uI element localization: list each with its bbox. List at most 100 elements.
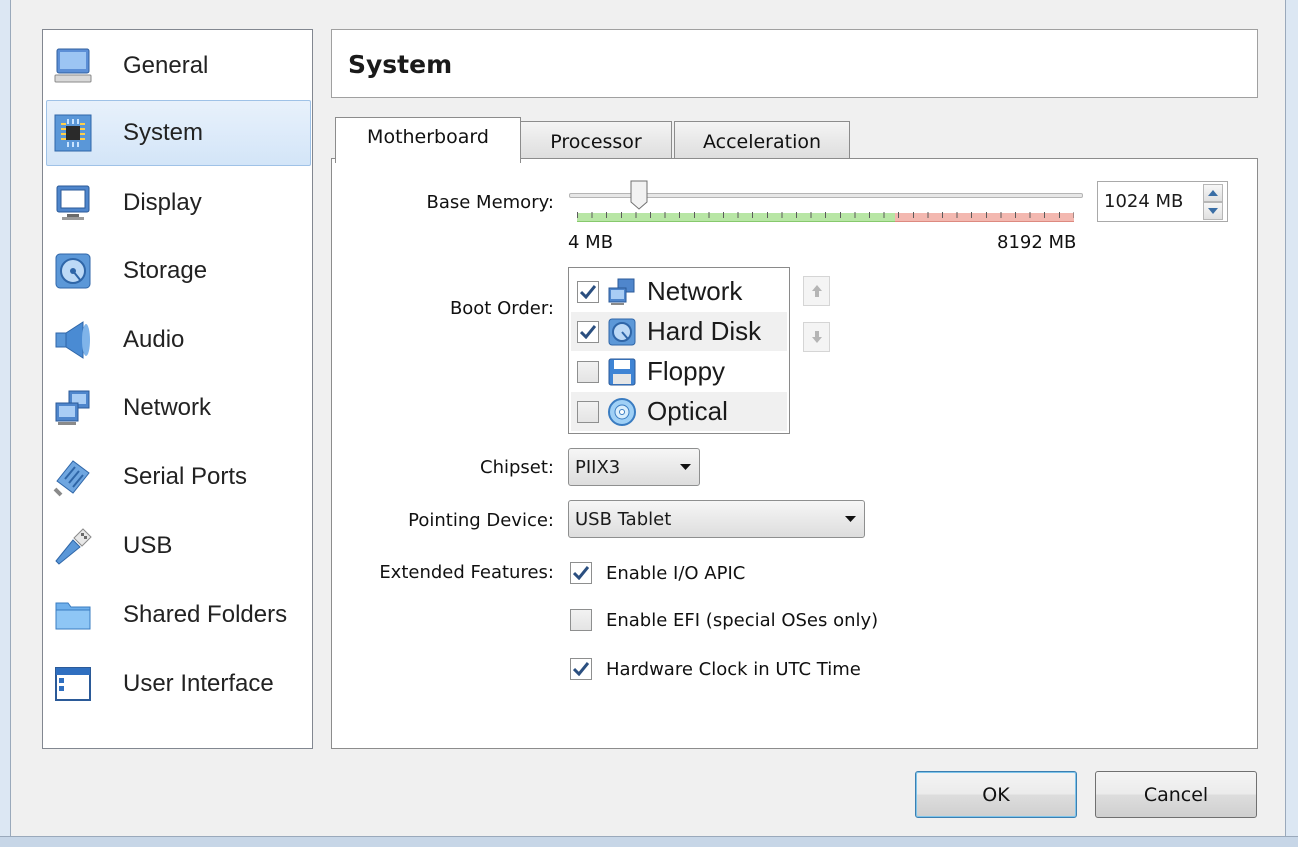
boot-order-label: Boot Order: — [449, 298, 554, 319]
sidebar-item-usb[interactable]: USB — [46, 513, 311, 579]
cancel-button-label: Cancel — [1143, 783, 1209, 806]
tab-label: Acceleration — [702, 130, 822, 153]
boot-hard-disk-checkbox[interactable] — [577, 320, 599, 343]
boot-network-checkbox[interactable] — [577, 280, 599, 303]
sidebar-item-label: Audio — [123, 326, 185, 353]
memory-spinbox[interactable]: 1024 MB — [1097, 181, 1228, 222]
boot-item-label: Network — [647, 276, 743, 306]
boot-item-hard-disk[interactable]: Hard Disk — [571, 312, 787, 351]
sidebar-item-serial-ports[interactable]: Serial Ports — [46, 444, 311, 510]
arrow-down-icon — [1208, 207, 1218, 214]
efi-checkbox[interactable] — [570, 609, 592, 631]
spin-up-button[interactable] — [1203, 183, 1223, 202]
boot-item-optical[interactable]: Optical — [571, 392, 787, 431]
tab-acceleration[interactable]: Acceleration — [674, 121, 850, 161]
window-frame-bottom — [0, 836, 1298, 847]
folder-icon — [55, 602, 91, 630]
sidebar-item-label: Network — [123, 394, 212, 421]
pointing-device-label: Pointing Device: — [408, 510, 554, 531]
sidebar-item-network[interactable]: Network — [46, 375, 311, 441]
sidebar-item-label: System — [123, 119, 204, 146]
feature-efi[interactable]: Enable EFI (special OSes only) — [570, 605, 878, 635]
sidebar-item-audio[interactable]: Audio — [46, 307, 311, 373]
chipset-select[interactable]: PIIX3 — [568, 448, 700, 486]
boot-move-down-button[interactable] — [803, 322, 830, 352]
speaker-icon — [55, 321, 90, 359]
boot-item-label: Hard Disk — [647, 316, 762, 346]
extended-features-label: Extended Features: — [379, 562, 554, 583]
boot-item-label: Optical — [647, 396, 728, 426]
sidebar-item-display[interactable]: Display — [46, 170, 311, 236]
memory-slider-thumb[interactable] — [630, 180, 648, 210]
window-icon — [55, 667, 91, 701]
arrow-down-icon — [811, 331, 822, 343]
ok-button[interactable]: OK — [915, 771, 1077, 818]
sidebar-item-label: Serial Ports — [123, 463, 248, 490]
sidebar-item-label: General — [123, 52, 209, 79]
chevron-down-icon — [671, 464, 699, 470]
sidebar-item-label: User Interface — [123, 670, 274, 697]
arrow-up-icon — [811, 285, 822, 297]
ok-button-label: OK — [982, 783, 1010, 806]
cancel-button[interactable]: Cancel — [1095, 771, 1257, 818]
feature-utc-clock[interactable]: Hardware Clock in UTC Time — [570, 654, 861, 684]
check-mark-icon — [580, 284, 596, 299]
sidebar-item-label: Storage — [123, 257, 208, 284]
memory-value[interactable]: 1024 MB — [1098, 191, 1203, 212]
boot-optical-checkbox[interactable] — [577, 400, 599, 423]
feature-label: Hardware Clock in UTC Time — [606, 658, 861, 680]
feature-io-apic[interactable]: Enable I/O APIC — [570, 558, 745, 588]
tab-processor[interactable]: Processor — [520, 121, 672, 161]
chip-icon — [54, 114, 92, 152]
sidebar-item-storage[interactable]: Storage — [46, 238, 311, 304]
memory-spin-arrows — [1203, 183, 1223, 220]
boot-item-network[interactable]: Network — [571, 272, 787, 311]
boot-order-list: Network Hard Disk Floppy Optical — [568, 267, 790, 434]
hard-disk-icon — [608, 318, 636, 345]
page-header: System — [331, 29, 1258, 98]
network-icon — [55, 390, 90, 425]
sidebar-item-label: Display — [123, 189, 202, 216]
check-mark-icon — [573, 566, 589, 580]
serial-port-icon — [53, 460, 90, 497]
chipset-value: PIIX3 — [575, 456, 621, 478]
usb-icon — [55, 528, 92, 565]
optical-disc-icon — [608, 397, 636, 426]
memory-min-label: 4 MB — [568, 232, 614, 253]
memory-slider-ticks — [577, 212, 1074, 218]
tab-motherboard[interactable]: Motherboard — [335, 117, 521, 163]
sidebar-item-label: Shared Folders — [123, 601, 288, 628]
floppy-icon — [608, 358, 636, 385]
check-mark-icon — [573, 662, 589, 676]
spin-down-button[interactable] — [1203, 201, 1223, 220]
network-icon — [608, 278, 635, 305]
feature-label: Enable I/O APIC — [606, 562, 746, 584]
sidebar-item-label: USB — [123, 532, 173, 559]
utc-clock-checkbox[interactable] — [570, 658, 592, 680]
storage-icon — [55, 253, 91, 289]
memory-max-label: 8192 MB — [997, 232, 1077, 253]
boot-item-floppy[interactable]: Floppy — [571, 352, 787, 391]
page-title: System — [348, 50, 453, 79]
boot-floppy-checkbox[interactable] — [577, 360, 599, 383]
check-mark-icon — [580, 324, 596, 339]
tab-label: Processor — [550, 130, 642, 153]
chevron-down-icon — [836, 516, 864, 522]
sidebar-item-system[interactable]: System — [46, 100, 311, 166]
sidebar-item-general[interactable]: General — [46, 33, 311, 99]
monitor-icon — [54, 48, 92, 83]
sidebar-item-shared-folders[interactable]: Shared Folders — [46, 582, 311, 648]
boot-item-label: Floppy — [647, 356, 726, 386]
pointing-device-select[interactable]: USB Tablet — [568, 500, 865, 538]
base-memory-label: Base Memory: — [426, 192, 554, 213]
settings-sidebar: General System Display Storage Audio Net… — [42, 29, 313, 749]
display-icon — [56, 185, 90, 220]
chipset-label: Chipset: — [480, 457, 554, 478]
boot-move-up-button[interactable] — [803, 276, 830, 306]
feature-label: Enable EFI (special OSes only) — [606, 609, 879, 631]
sidebar-item-user-interface[interactable]: User Interface — [46, 651, 311, 717]
io-apic-checkbox[interactable] — [570, 562, 592, 584]
tab-label: Motherboard — [367, 125, 489, 148]
arrow-up-icon — [1208, 189, 1218, 196]
pointing-device-value: USB Tablet — [575, 508, 672, 530]
